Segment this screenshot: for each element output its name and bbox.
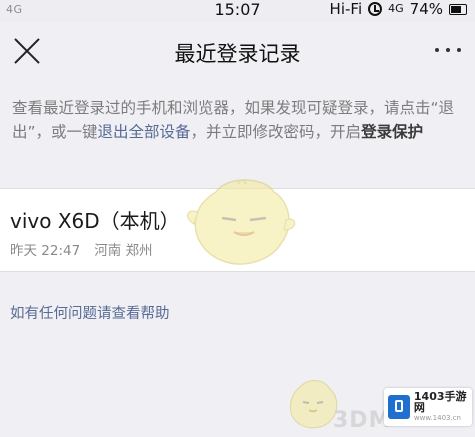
help-link[interactable]: 如有任何问题请查看帮助 bbox=[10, 302, 170, 323]
status-icons: Hi-Fi 4G 74% bbox=[330, 0, 467, 18]
more-dot-icon bbox=[446, 48, 450, 52]
login-time: 昨天 22:47 bbox=[10, 243, 81, 259]
login-protection-link[interactable]: 登录保护 bbox=[361, 123, 423, 141]
phone-icon bbox=[388, 395, 410, 419]
badge-title: 1403手游网 bbox=[413, 389, 467, 414]
badge-subtitle: www.1403.cn bbox=[413, 413, 461, 422]
battery-icon bbox=[449, 3, 467, 15]
navigation-bar: 最近登录记录 bbox=[0, 22, 475, 84]
brand-watermark: 3DM bbox=[333, 408, 392, 433]
wifi-label: Hi-Fi bbox=[329, 0, 363, 18]
badge-text: 1403手游网 www.1403.cn bbox=[414, 391, 472, 424]
battery-percent: 74% bbox=[409, 0, 443, 18]
logout-all-devices-link[interactable]: 退出全部设备 bbox=[98, 123, 191, 141]
more-options-button[interactable] bbox=[435, 48, 461, 52]
login-location: 河南 郑州 bbox=[94, 243, 153, 259]
login-info-description: 查看最近登录过的手机和浏览器，如果发现可疑登录，请点击“退出”，或一键退出全部设… bbox=[0, 84, 475, 184]
device-meta: 昨天 22:47 河南 郑州 bbox=[10, 239, 153, 259]
site-badge: 1403手游网 www.1403.cn bbox=[384, 388, 472, 426]
device-list-item[interactable]: vivo X6D（本机） 昨天 22:47 河南 郑州 bbox=[0, 188, 475, 272]
status-bar: 4G 15:07 Hi-Fi 4G 74% bbox=[0, 0, 475, 22]
more-dot-icon bbox=[435, 48, 439, 52]
network-type: 4G bbox=[388, 2, 404, 15]
page-title: 最近登录记录 bbox=[174, 42, 301, 66]
more-dot-icon bbox=[457, 48, 461, 52]
device-name: vivo X6D（本机） bbox=[10, 209, 180, 233]
alarm-icon bbox=[368, 2, 383, 16]
info-text-2: ，并立即修改密码，开启 bbox=[190, 123, 362, 141]
